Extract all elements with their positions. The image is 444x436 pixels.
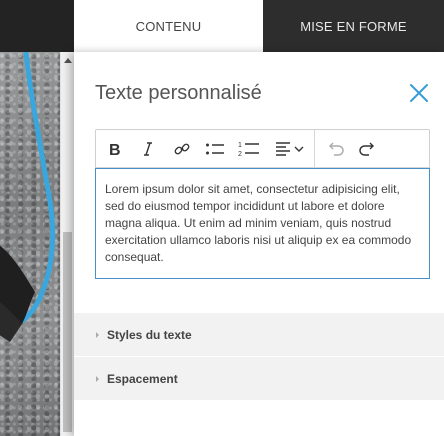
undo-icon[interactable] [324, 138, 346, 160]
scroll-up-icon[interactable] [64, 58, 72, 63]
section-styles-du-texte[interactable]: Styles du texte [74, 313, 444, 356]
section-espacement[interactable]: Espacement [74, 357, 444, 400]
italic-icon[interactable] [137, 138, 159, 160]
redo-icon[interactable] [357, 138, 379, 160]
svg-text:2: 2 [238, 151, 242, 158]
svg-text:B: B [109, 142, 121, 157]
svg-text:1: 1 [238, 142, 242, 149]
caret-right-icon [96, 331, 99, 338]
tab-mise-en-forme[interactable]: MISE EN FORME [263, 0, 444, 52]
align-dropdown-icon[interactable] [274, 138, 306, 160]
preview-scrollbar[interactable] [60, 52, 74, 436]
jump-rope-graphic [0, 51, 56, 342]
numbered-list-icon[interactable]: 1 2 [238, 138, 260, 160]
preview-topbar [0, 0, 74, 52]
panel-tabs: CONTENU MISE EN FORME [74, 0, 444, 52]
bullet-list-icon[interactable] [204, 138, 226, 160]
panel-title: Texte personnalisé [95, 82, 262, 104]
rich-text-editor: B 1 2 Lorem ipsum dolor sit amet, consec… [95, 129, 430, 279]
editor-toolbar: B 1 2 [96, 130, 429, 168]
page-preview [0, 0, 74, 436]
scrollbar-thumb[interactable] [63, 232, 72, 432]
tab-contenu[interactable]: CONTENU [74, 0, 263, 52]
settings-panel: Texte personnalisé B 1 2 Lorem ipsum dol… [74, 52, 444, 436]
link-icon[interactable] [171, 138, 193, 160]
toolbar-divider [314, 130, 315, 168]
preview-image [0, 51, 60, 436]
close-icon[interactable] [408, 82, 430, 104]
section-label: Espacement [107, 371, 178, 386]
section-label: Styles du texte [107, 327, 192, 342]
caret-right-icon [96, 375, 99, 382]
text-content-area[interactable]: Lorem ipsum dolor sit amet, consectetur … [95, 168, 430, 279]
bold-icon[interactable]: B [103, 138, 125, 160]
